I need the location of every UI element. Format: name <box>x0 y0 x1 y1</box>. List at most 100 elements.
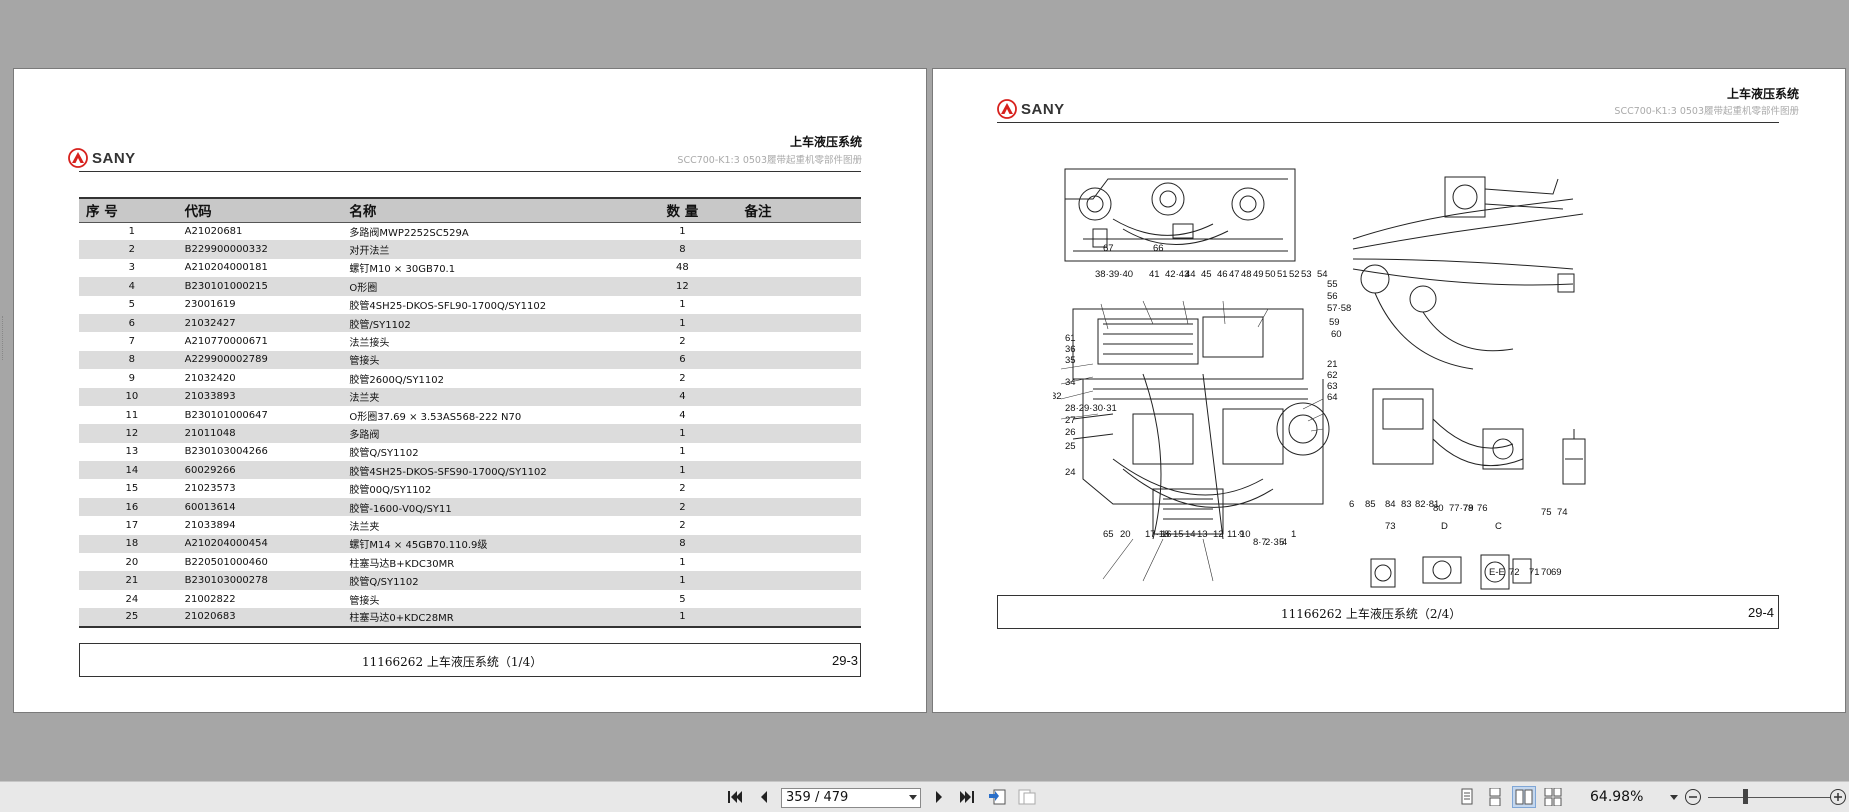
cell-code: A21020681 <box>184 225 243 237</box>
cell-name: 胶管4SH25-DKOS-SFS90-1700Q/SY1102 <box>349 466 547 478</box>
drawing-callout: 74 <box>1557 507 1568 518</box>
cell-qty: 12 <box>676 280 689 292</box>
zoom-out-icon <box>1685 789 1701 805</box>
two-page-continuous-view-button[interactable] <box>1541 786 1565 808</box>
cell-note <box>745 406 861 424</box>
drawing-callout: 46 <box>1217 269 1228 280</box>
single-page-icon <box>1461 788 1473 805</box>
two-page-view-button[interactable] <box>1512 786 1536 808</box>
cell-name: O形圈37.69 × 3.53AS568-222 N70 <box>349 411 522 423</box>
cell-note <box>745 516 861 534</box>
two-page-continuous-icon <box>1544 788 1562 806</box>
cell-no: 21 <box>125 575 139 587</box>
cell-code: B230103000278 <box>184 575 268 587</box>
header-rule <box>997 122 1779 123</box>
next-page-icon <box>936 791 942 803</box>
drawing-callout: 15 <box>1173 529 1184 540</box>
cell-note <box>745 388 861 406</box>
cell-code: 21032420 <box>184 372 236 384</box>
page-number-value: 359 / 479 <box>786 790 849 805</box>
drawing-callout: D <box>1441 521 1448 532</box>
zoom-slider-track[interactable] <box>1708 797 1830 798</box>
last-page-button[interactable] <box>955 786 979 808</box>
cell-qty: 8 <box>679 244 686 256</box>
cell-qty: 2 <box>679 372 686 384</box>
drawing-callout: 35 <box>1065 355 1076 366</box>
continuous-page-view-button[interactable] <box>1483 786 1507 808</box>
drawing-callout: 76 <box>1477 503 1488 514</box>
drawing-callout: 28·29·30·31 <box>1065 403 1117 414</box>
cell-name: 胶管4SH25-DKOS-SFL90-1700Q/SY1102 <box>349 301 547 313</box>
drawing-callout: 21 <box>1327 359 1338 370</box>
cell-name: 管接头 <box>349 595 380 607</box>
parts-table: 序 号 代码 名称 数 量 备注 1 A21020681 多路阀MWP2252SC5… <box>79 197 861 628</box>
drawing-callout: 14 <box>1185 529 1196 540</box>
zoom-in-button[interactable] <box>1826 786 1849 808</box>
go-forward-view-button[interactable] <box>1015 786 1039 808</box>
page-dropdown-chevron-icon[interactable] <box>909 795 917 800</box>
table-row: 16 60013614 胶管-1600-V0Q/SY11 2 <box>79 497 861 517</box>
drawing-callout: 72 <box>1509 567 1520 578</box>
drawing-callout: 48 <box>1241 269 1252 280</box>
cell-code: B230101000215 <box>184 280 268 292</box>
zoom-dropdown-chevron-icon[interactable] <box>1670 795 1678 800</box>
panel-resize-grip[interactable] <box>2 316 5 360</box>
drawing-callout: 38·39·40 <box>1095 269 1133 280</box>
cell-code: 21033894 <box>184 519 236 531</box>
next-page-button[interactable] <box>927 786 951 808</box>
drawing-callout: 80 <box>1433 503 1444 514</box>
cell-name: 胶管Q/SY1102 <box>349 448 419 460</box>
cell-code: 23001619 <box>184 299 236 311</box>
footer-page-number: 29-4 <box>1748 605 1775 620</box>
document-page-right: SANY 上车液压系统 SCC700-K1:3 0503履带起重机零部件图册 6… <box>932 68 1846 713</box>
drawing-callout: E-E <box>1489 567 1505 578</box>
cell-code: B230101000647 <box>184 409 268 421</box>
cell-name: 柱塞马达B+KDC30MR <box>349 558 455 570</box>
page-number-field[interactable]: 359 / 479 <box>781 788 921 808</box>
zoom-level-field[interactable]: 64.98% <box>1590 789 1643 805</box>
cell-note <box>745 479 861 497</box>
cell-no: 11 <box>125 409 139 421</box>
forward-view-icon <box>1018 789 1036 805</box>
first-page-icon <box>728 791 742 803</box>
cell-qty: 6 <box>679 354 686 366</box>
drawing-callout: 20 <box>1120 529 1131 540</box>
cell-note <box>745 443 861 461</box>
col-header-no: 序 号 <box>86 204 118 221</box>
cell-code: 60013614 <box>184 501 236 513</box>
cell-code: A210204000454 <box>184 538 268 550</box>
cell-no: 16 <box>125 501 139 513</box>
table-row: 1 A21020681 多路阀MWP2252SC529A 1 <box>79 222 861 240</box>
cell-note <box>745 553 861 571</box>
drawing-callout: 70 <box>1541 567 1552 578</box>
zoom-out-button[interactable] <box>1681 786 1705 808</box>
drawing-callout: 66 <box>1153 243 1164 254</box>
sany-logo-text: SANY <box>92 149 136 167</box>
cell-qty: 1 <box>679 556 686 568</box>
drawing-callout: 24 <box>1065 467 1076 478</box>
single-page-view-button[interactable] <box>1455 786 1479 808</box>
cell-name: 胶管2600Q/SY1102 <box>349 374 445 386</box>
cell-qty: 4 <box>679 409 686 421</box>
sany-logo-icon <box>68 148 88 168</box>
go-back-view-button[interactable] <box>985 786 1009 808</box>
cell-note <box>745 571 861 589</box>
cell-note <box>745 369 861 387</box>
cell-name: 胶管Q/SY1102 <box>349 577 419 589</box>
cell-note <box>745 461 861 479</box>
header-rule <box>79 171 861 172</box>
drawing-callout: 50 <box>1265 269 1276 280</box>
first-page-button[interactable] <box>723 786 747 808</box>
table-row: 2 B229900000332 对开法兰 8 <box>79 240 861 259</box>
drawing-callout: 49 <box>1253 269 1264 280</box>
cell-no: 5 <box>128 299 136 311</box>
drawing-callout: 60 <box>1331 329 1342 340</box>
cell-no: 9 <box>128 372 136 384</box>
previous-page-button[interactable] <box>752 786 776 808</box>
cell-name: 柱塞马达0+KDC28MR <box>349 613 454 625</box>
cell-qty: 5 <box>679 593 686 605</box>
cell-code: 21011048 <box>184 427 236 439</box>
cell-note <box>745 240 861 258</box>
drawing-callout: 57·58 <box>1327 303 1351 314</box>
zoom-slider-thumb[interactable] <box>1742 789 1748 804</box>
